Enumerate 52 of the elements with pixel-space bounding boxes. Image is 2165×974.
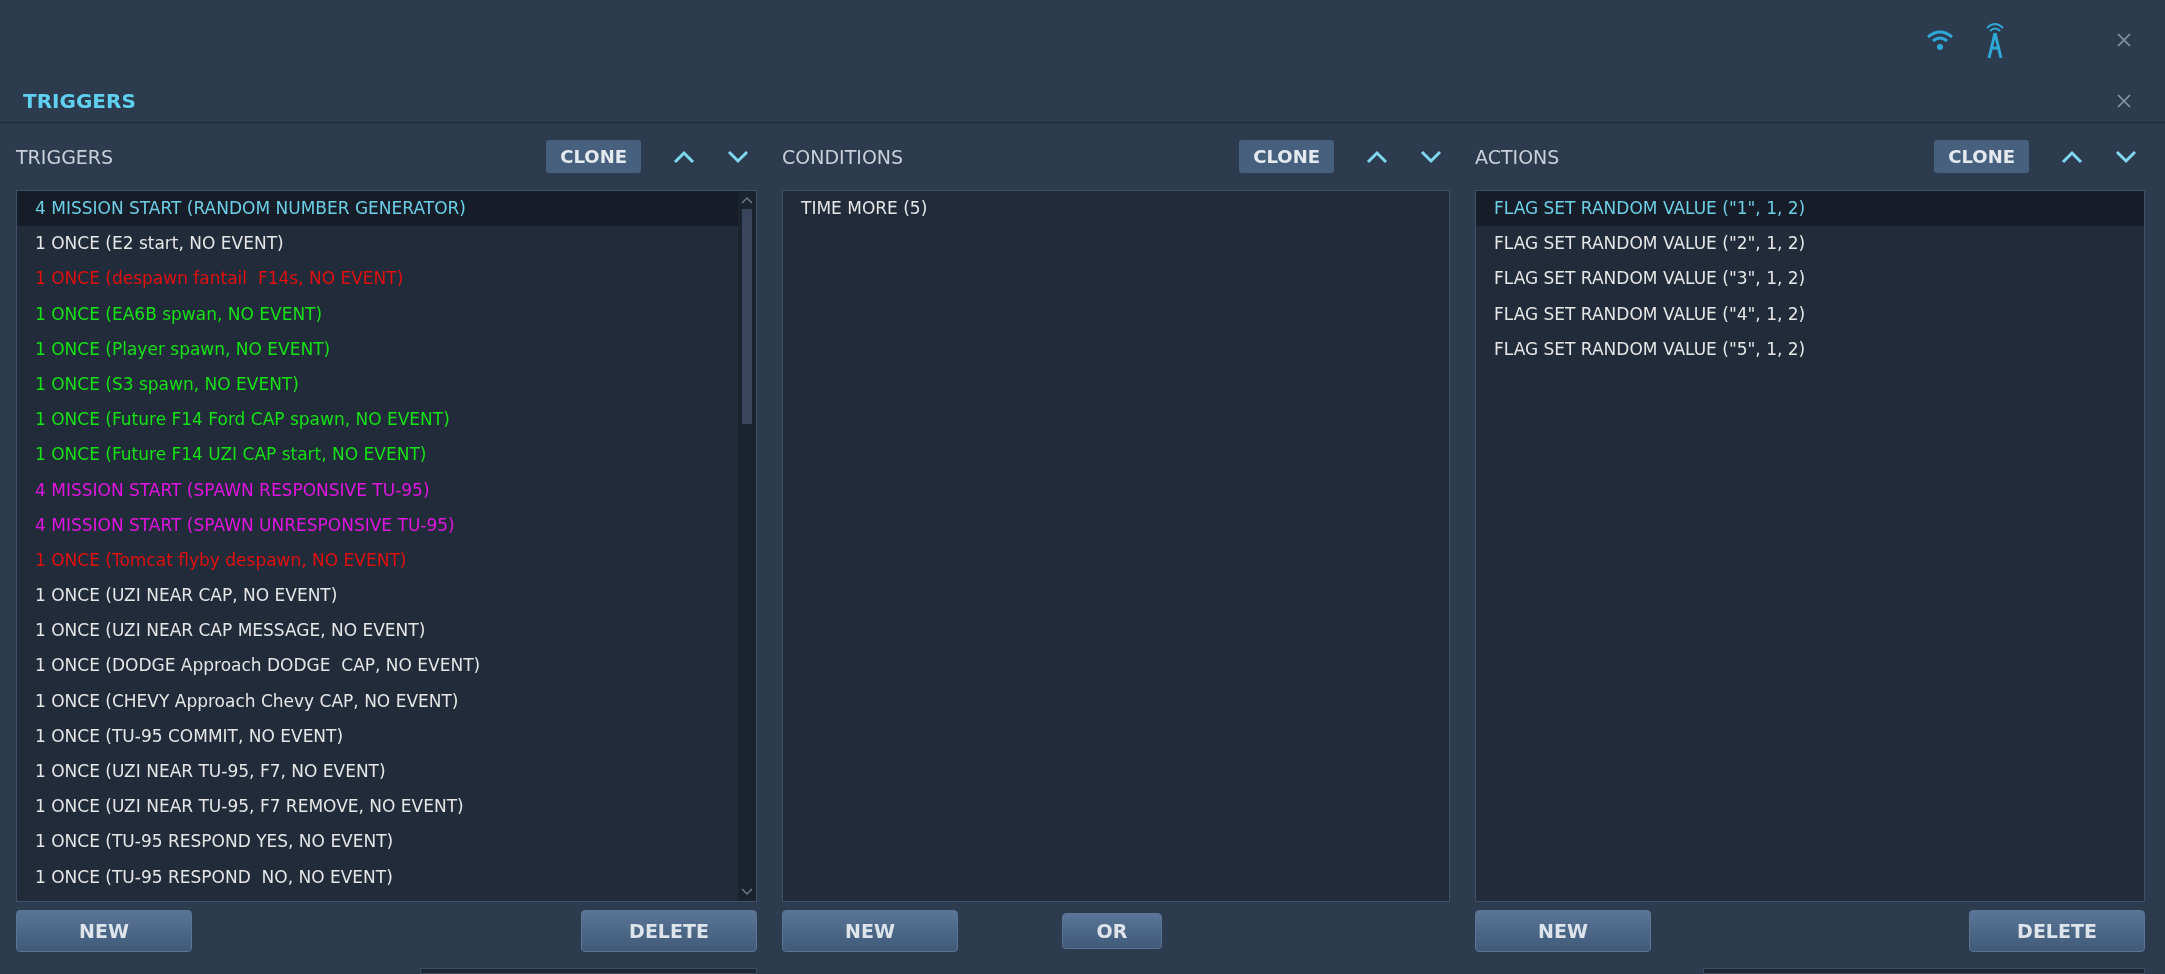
list-item[interactable]: 4 MISSION START (SPAWN UNRESPONSIVE TU-95) (17, 507, 738, 543)
panel-button[interactable]: DELETE (1969, 910, 2145, 952)
list-item[interactable]: 1 ONCE (UZI NEAR TU-95, F7 REMOVE, NO EVENT) (17, 789, 738, 825)
close-icon[interactable] (2117, 94, 2131, 108)
clone-button[interactable]: CLONE (1239, 140, 1334, 173)
panel-title: CONDITIONS (782, 145, 905, 168)
list-item[interactable]: 4 MISSION START (SPAWN RESPONSIVE TU-95) (17, 472, 738, 508)
move-down-icon[interactable] (727, 149, 749, 164)
panel-button[interactable]: OR (1062, 913, 1162, 949)
list-item[interactable]: 1 ONCE (TU-95 RESPOND NO, NO EVENT) (17, 859, 738, 895)
list-item[interactable]: 1 ONCE (Future F14 Ford CAP spawn, NO EVENT) (17, 402, 738, 438)
list-item[interactable]: TIME MORE (5) (783, 191, 1449, 227)
list-item[interactable]: FLAG SET RANDOM VALUE ("4", 1, 2) (1476, 296, 2144, 332)
scrollbar[interactable] (738, 191, 756, 901)
list-item[interactable]: 1 ONCE (TU-95 RESPOND YES, NO EVENT) (17, 824, 738, 860)
scroll-up-icon[interactable] (740, 195, 754, 205)
move-up-icon[interactable] (2061, 149, 2083, 164)
panel-title: TRIGGERS (16, 145, 115, 168)
list-item[interactable]: 1 ONCE (UZI NEAR CAP MESSAGE, NO EVENT) (17, 613, 738, 649)
list-item[interactable]: 1 ONCE (E2 start, NO EVENT) (17, 226, 738, 262)
list-item[interactable]: 1 ONCE (Future F14 UZI CAP start, NO EVENT) (17, 437, 738, 473)
input-field[interactable] (1703, 968, 2145, 974)
list-item[interactable]: 1 ONCE (DODGE Approach DODGE CAP, NO EVENT) (17, 648, 738, 684)
list-item[interactable]: FLAG SET RANDOM VALUE ("2", 1, 2) (1476, 226, 2144, 262)
list-item[interactable]: FLAG SET RANDOM VALUE ("1", 1, 2) (1476, 191, 2144, 227)
list-item[interactable]: FLAG SET RANDOM VALUE ("3", 1, 2) (1476, 261, 2144, 297)
list-item[interactable]: 1 ONCE (CHEVY Approach Chevy CAP, NO EVENT) (17, 683, 738, 719)
list-item[interactable]: 1 ONCE (UZI NEAR CAP, NO EVENT) (17, 578, 738, 614)
move-down-icon[interactable] (2115, 149, 2137, 164)
list-item[interactable]: 1 ONCE (UZI NEAR TU-95, F7, NO EVENT) (17, 754, 738, 790)
clone-button[interactable]: CLONE (546, 140, 641, 173)
move-up-icon[interactable] (673, 149, 695, 164)
window-title: TRIGGERS (23, 89, 136, 113)
list-item[interactable]: 1 ONCE (Player spawn, NO EVENT) (17, 331, 738, 367)
clone-button[interactable]: CLONE (1934, 140, 2029, 173)
panel-button[interactable]: NEW (16, 910, 192, 952)
wifi-icon[interactable] (1925, 28, 1955, 52)
panel-button[interactable]: DELETE (581, 910, 757, 952)
move-up-icon[interactable] (1366, 149, 1388, 164)
panel-button[interactable]: NEW (782, 910, 958, 952)
input-field[interactable] (420, 968, 757, 974)
panel-title: ACTIONS (1475, 145, 1561, 168)
list-item[interactable]: 1 ONCE (TU-95 COMMIT, NO EVENT) (17, 718, 738, 754)
close-icon[interactable] (2117, 33, 2131, 47)
list-item[interactable]: 1 ONCE (EA6B spwan, NO EVENT) (17, 296, 738, 332)
scrollbar-thumb[interactable] (742, 209, 752, 424)
list-item[interactable]: FLAG SET RANDOM VALUE ("5", 1, 2) (1476, 331, 2144, 367)
panel-button[interactable]: NEW (1475, 910, 1651, 952)
list-item[interactable]: 1 ONCE (S3 spawn, NO EVENT) (17, 366, 738, 403)
scroll-down-icon[interactable] (740, 887, 754, 897)
move-down-icon[interactable] (1420, 149, 1442, 164)
list-item[interactable]: 4 MISSION START (RANDOM NUMBER GENERATOR) (17, 191, 738, 227)
